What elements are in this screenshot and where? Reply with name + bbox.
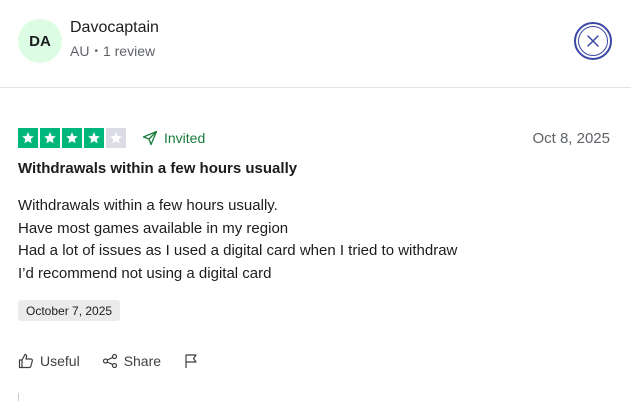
review-modal: DA Davocaptain AU • 1 review Invited Oct… xyxy=(0,0,631,401)
reviewer-review-count: 1 review xyxy=(102,43,156,59)
star-empty xyxy=(106,128,126,148)
share-button[interactable]: Share xyxy=(102,353,161,369)
review-date: Oct 8, 2025 xyxy=(532,129,610,147)
useful-button[interactable]: Useful xyxy=(18,353,80,369)
report-button[interactable] xyxy=(183,353,199,369)
avatar: DA xyxy=(18,19,62,63)
reviewer-name[interactable]: Davocaptain xyxy=(70,19,159,37)
thumbs-up-icon xyxy=(18,353,33,369)
star-filled xyxy=(62,128,82,148)
star-filled xyxy=(18,128,38,148)
divider xyxy=(18,393,19,401)
meta-separator: • xyxy=(94,45,98,57)
share-icon xyxy=(102,353,117,369)
review-body-line: I’d recommend not using a digital card xyxy=(18,264,272,282)
star-rating xyxy=(18,128,126,148)
flag-icon xyxy=(185,354,197,368)
review-title: Withdrawals within a few hours usually xyxy=(18,160,298,177)
share-label: Share xyxy=(123,353,162,369)
invited-badge[interactable]: Invited xyxy=(142,128,205,148)
star-icon xyxy=(110,132,122,144)
review-body-line: Withdrawals within a few hours usually. xyxy=(18,197,278,214)
review-actions: Useful Share xyxy=(18,350,221,372)
experience-date-badge: October 7, 2025 xyxy=(18,300,121,321)
star-icon xyxy=(44,132,56,144)
star-icon xyxy=(22,132,34,144)
review-body-line: Have most games available in my region xyxy=(18,219,289,237)
star-icon xyxy=(88,132,100,144)
review-body-line: Had a lot of issues as I used a digital … xyxy=(18,242,458,259)
reviewer-country: AU xyxy=(70,43,90,59)
star-icon xyxy=(66,132,78,144)
close-icon xyxy=(587,35,599,47)
star-filled xyxy=(40,128,60,148)
invited-label: Invited xyxy=(164,130,206,146)
close-button[interactable] xyxy=(574,22,612,60)
star-filled xyxy=(84,128,104,148)
reviewer-meta: AU • 1 review xyxy=(70,43,155,59)
useful-label: Useful xyxy=(40,353,80,369)
send-icon xyxy=(142,130,158,146)
review-body: Withdrawals within a few hours usually. … xyxy=(18,195,618,285)
reviewer-header: DA Davocaptain AU • 1 review xyxy=(0,0,631,88)
